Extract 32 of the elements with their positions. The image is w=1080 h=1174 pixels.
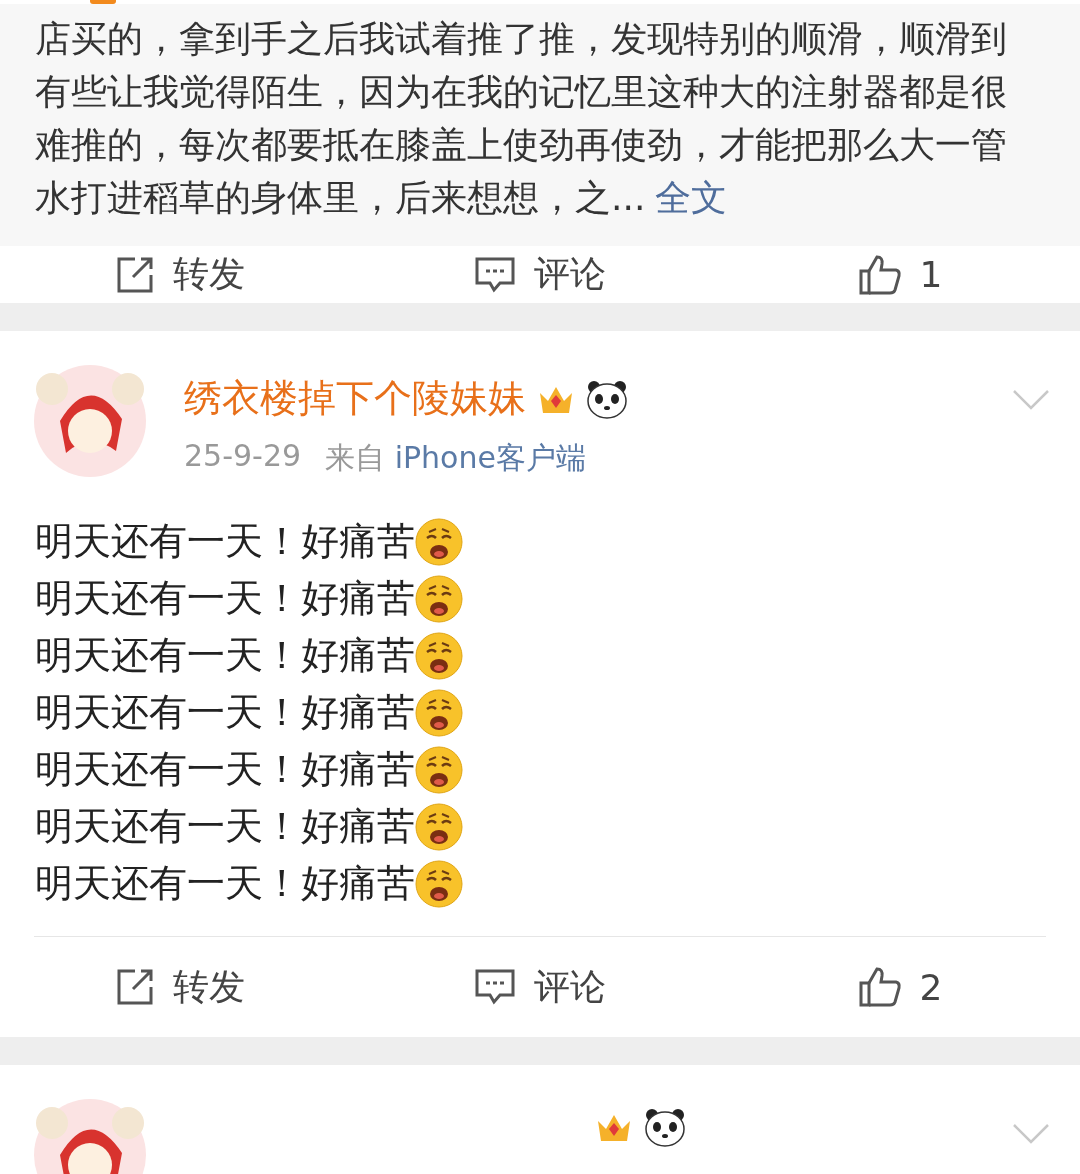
weary-face-icon bbox=[415, 631, 463, 680]
full-text-link[interactable]: 全文 bbox=[655, 177, 728, 218]
post-text-line: 明天还有一天！好痛苦 bbox=[35, 689, 415, 736]
comment-icon bbox=[474, 968, 516, 1006]
comment-button[interactable]: 评论 bbox=[466, 246, 614, 303]
post-text-line: 明天还有一天！好痛苦 bbox=[35, 518, 415, 565]
comment-button[interactable]: 评论 bbox=[466, 958, 614, 1016]
weary-face-icon bbox=[415, 688, 463, 737]
like-button[interactable]: 2 bbox=[849, 962, 951, 1012]
post-text-line: 明天还有一天！好痛苦 bbox=[35, 860, 415, 907]
weary-face-icon bbox=[415, 745, 463, 794]
post-source: 来自 iPhone客户端 bbox=[325, 439, 586, 477]
share-button[interactable]: 转发 bbox=[107, 958, 253, 1016]
comment-icon bbox=[474, 255, 516, 294]
repost-text: 店买的，拿到手之后我试着推了推，发现特别的顺滑，顺滑到 有些让我觉得陌生，因为在我的记忆里这种大的注射器都是很 难推的，每次都要抵在膝盖上使劲再使劲，才能把那么大一管 水打进稻草的身体里，后来想想，之... 全文 bbox=[35, 17, 1008, 220]
thumbs-up-icon bbox=[857, 253, 902, 296]
like-button[interactable]: 1 bbox=[849, 249, 951, 300]
share-icon bbox=[115, 967, 155, 1007]
panda-icon bbox=[586, 378, 628, 419]
weary-face-icon bbox=[415, 574, 463, 623]
post-text-line: 明天还有一天！好痛苦 bbox=[35, 746, 415, 793]
post-text-line: 明天还有一天！好痛苦 bbox=[35, 632, 415, 679]
share-button[interactable]: 转发 bbox=[107, 246, 253, 303]
post-text-line: 明天还有一天！好痛苦 bbox=[35, 803, 415, 850]
thumbs-up-icon bbox=[857, 966, 902, 1008]
panda-icon bbox=[644, 1107, 686, 1147]
tag-edge bbox=[90, 0, 116, 4]
weary-face-icon bbox=[415, 517, 463, 566]
weary-face-icon bbox=[415, 802, 463, 851]
weary-face-icon bbox=[415, 859, 463, 908]
post-date: 25-9-29 bbox=[184, 438, 302, 475]
post-text-line: 明天还有一天！好痛苦 bbox=[35, 575, 415, 622]
